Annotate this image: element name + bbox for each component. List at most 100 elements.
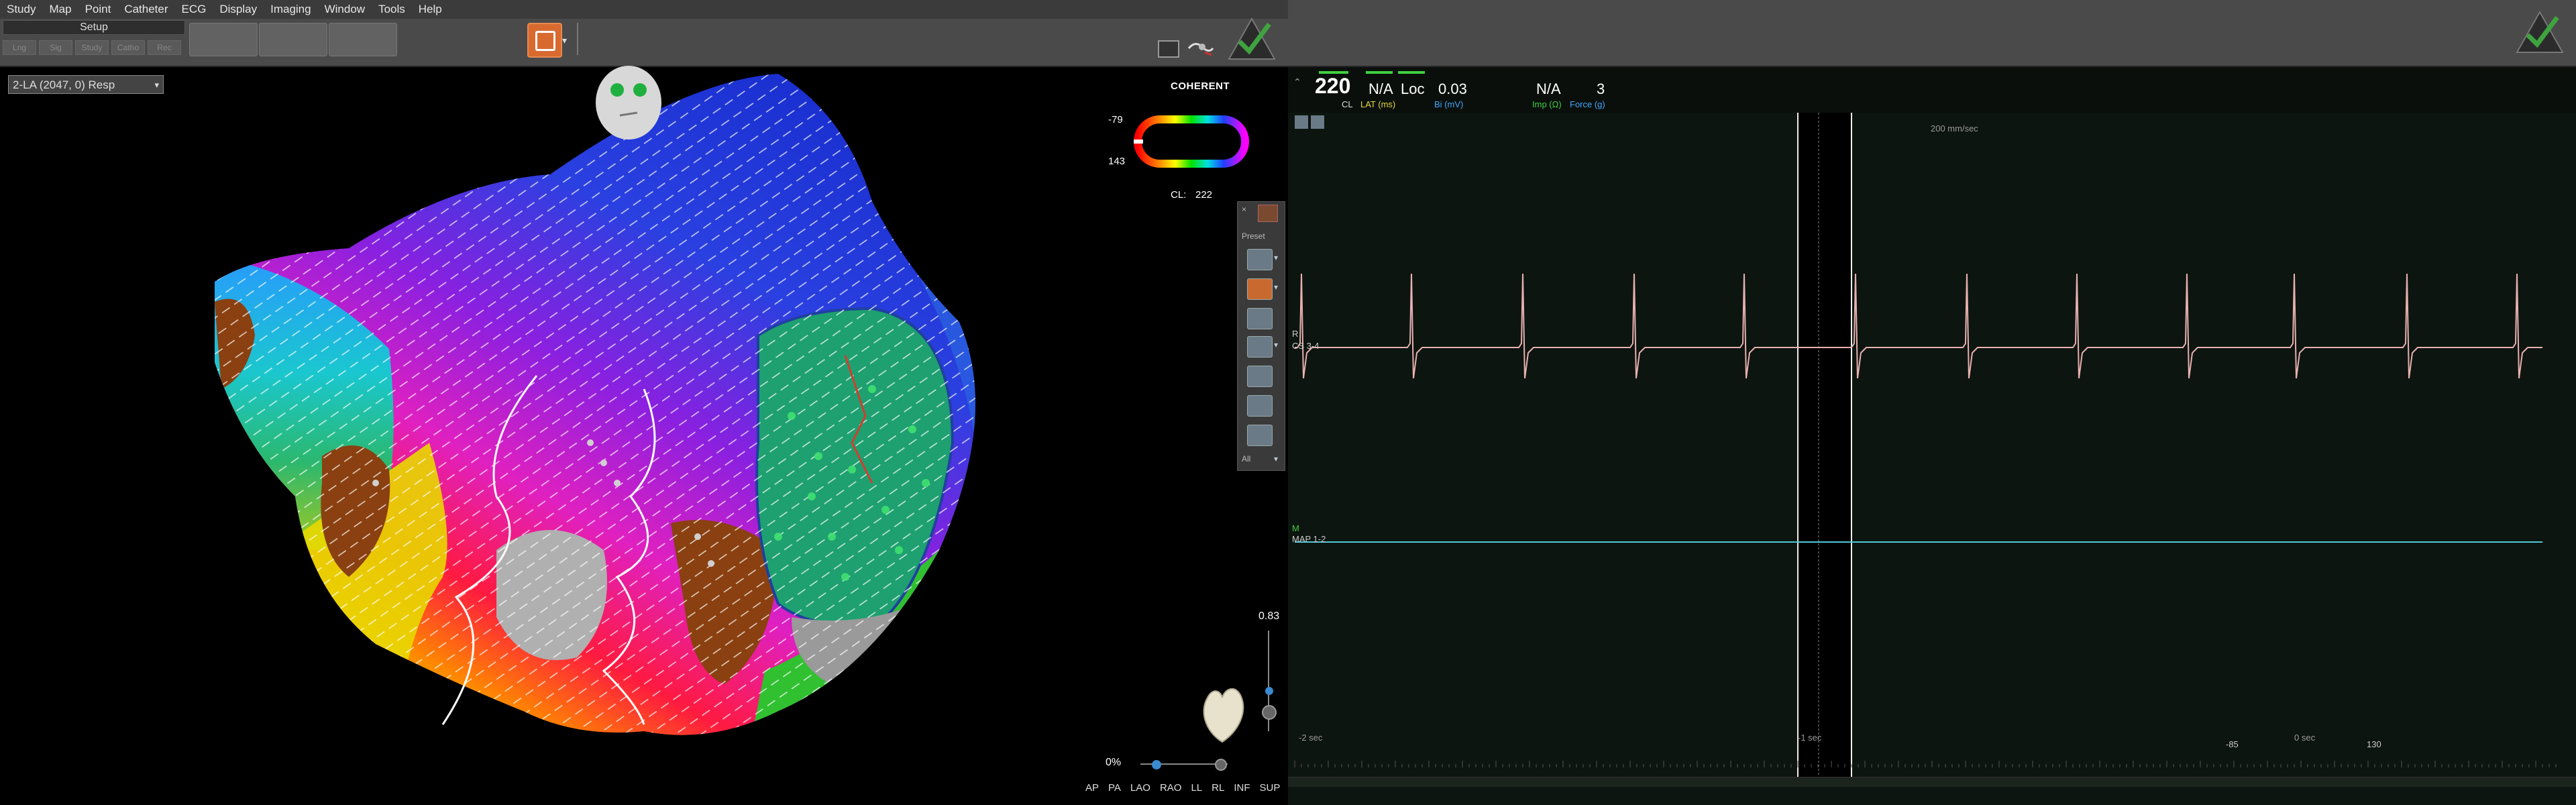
toolbar-button-2[interactable]: [259, 23, 327, 56]
ecg-header: ⌃ 220 CL N/A LAT (ms) Loc 0.03 Bi (mV) N…: [1288, 67, 2576, 113]
time-label-mid: -1 sec: [1798, 733, 1822, 743]
menu-window[interactable]: Window: [318, 0, 372, 19]
opacity-handle[interactable]: [1147, 758, 1228, 771]
menu-catheter[interactable]: Catheter: [117, 0, 174, 19]
setup-tab-study[interactable]: Study: [75, 40, 109, 55]
view-buttons: AP PA LAO RAO LL RL INF SUP: [1085, 782, 1280, 794]
menu-study[interactable]: Study: [0, 0, 42, 19]
channel-map12-label: MAP 1-2: [1292, 534, 1326, 544]
ecg-toolbar: [1288, 0, 2576, 67]
menu-tools[interactable]: Tools: [372, 0, 412, 19]
monitor-icon[interactable]: [1158, 40, 1179, 58]
check-icon[interactable]: [1228, 17, 1276, 60]
preset-icon[interactable]: [1258, 205, 1278, 222]
collapse-icon[interactable]: ⌃: [1293, 76, 1301, 88]
toolbar-divider: [577, 23, 578, 55]
setup-label[interactable]: Setup: [3, 20, 185, 35]
settings-tool-icon[interactable]: [1311, 115, 1324, 129]
grid-icon[interactable]: [1247, 336, 1273, 358]
menu-imaging[interactable]: Imaging: [264, 0, 317, 19]
color-scale-top[interactable]: -79: [1108, 114, 1123, 125]
bi-value: 0.03: [1438, 80, 1467, 97]
bi-label: Bi (mV): [1434, 99, 1464, 109]
color-scale-bottom[interactable]: 143: [1108, 156, 1125, 167]
cycle-length-label: CL:: [1171, 189, 1187, 201]
ruler-icon[interactable]: [1247, 425, 1273, 446]
map-tool-icon: [535, 31, 555, 51]
menu-map[interactable]: Map: [42, 0, 78, 19]
opacity-value: 0%: [1106, 757, 1122, 768]
cl-label: CL: [1342, 99, 1353, 109]
imp-label: Imp (Ω): [1532, 99, 1562, 109]
setup-tab-catho[interactable]: Catho: [111, 40, 145, 55]
view-ll[interactable]: LL: [1191, 782, 1202, 794]
loc-indicator: [1398, 71, 1425, 74]
check-icon-right[interactable]: [2516, 11, 2564, 54]
tool-button-2[interactable]: [1247, 278, 1273, 300]
map-tool-button[interactable]: [527, 23, 562, 58]
color-grid-icon[interactable]: [1247, 366, 1273, 387]
time-label-left: -2 sec: [1299, 733, 1323, 743]
cl-value: 220: [1315, 74, 1351, 98]
lat-label: LAT (ms): [1360, 99, 1396, 109]
chevron-down-icon[interactable]: ▾: [1274, 454, 1278, 464]
map-selector-value: 2-LA (2047, 0) Resp: [13, 78, 115, 91]
chevron-down-icon[interactable]: ▾: [1274, 340, 1278, 350]
chevron-down-icon: ▾: [154, 80, 159, 90]
menu-bar: Study Map Point Catheter ECG Display Ima…: [0, 0, 1288, 19]
channel-m-label: M: [1292, 523, 1299, 533]
setup-group: Setup Lng Sig Study Catho Rec: [3, 20, 185, 59]
map-selector[interactable]: 2-LA (2047, 0) Resp ▾: [8, 75, 164, 94]
loc-label: Loc: [1401, 80, 1425, 97]
zoom-handle[interactable]: [1261, 684, 1277, 724]
setup-tab-rec[interactable]: Rec: [148, 40, 181, 55]
zoom-tool-icon[interactable]: [1295, 115, 1308, 129]
menu-point[interactable]: Point: [78, 0, 118, 19]
zoom-value: 0.83: [1258, 610, 1280, 622]
view-inf[interactable]: INF: [1234, 782, 1250, 794]
menu-ecg[interactable]: ECG: [175, 0, 213, 19]
chevron-down-icon[interactable]: ▾: [562, 35, 567, 46]
map-tools-panel: × Preset ▾ ▾ ▾ All ▾: [1237, 201, 1285, 471]
tool-button-3[interactable]: [1247, 308, 1273, 329]
view-pa[interactable]: PA: [1108, 782, 1121, 794]
cycle-length-value: 222: [1195, 189, 1213, 201]
view-lao[interactable]: LAO: [1130, 782, 1150, 794]
points-grid-icon[interactable]: [1247, 395, 1273, 417]
lat-indicator: [1366, 71, 1393, 74]
chevron-down-icon[interactable]: ▾: [1274, 253, 1278, 262]
menu-help[interactable]: Help: [412, 0, 449, 19]
force-label: Force (g): [1570, 99, 1605, 109]
marker-right-value[interactable]: 130: [2367, 739, 2381, 749]
view-rao[interactable]: RAO: [1160, 782, 1182, 794]
color-scale-ring[interactable]: [1134, 115, 1249, 168]
ecg-traces[interactable]: [1288, 113, 2576, 777]
imp-value: N/A: [1536, 80, 1561, 97]
channel-cs34-label: CS 3-4: [1292, 341, 1320, 351]
orientation-head-icon: [596, 66, 661, 140]
view-rl[interactable]: RL: [1212, 782, 1224, 794]
time-label-zero: 0 sec: [2294, 733, 2316, 743]
cable-icon[interactable]: [1187, 39, 1214, 56]
menu-display[interactable]: Display: [213, 0, 264, 19]
toolbar-button-3[interactable]: [329, 23, 397, 56]
setup-tab-lng[interactable]: Lng: [3, 40, 36, 55]
force-value: 3: [1597, 80, 1605, 97]
sweep-speed: 200 mm/sec: [1931, 123, 1978, 133]
ecg-scrollbar[interactable]: [1288, 777, 2576, 787]
heart-orientation-icon[interactable]: [1198, 678, 1246, 745]
setup-tab-sig[interactable]: Sig: [39, 40, 72, 55]
lat-value: N/A: [1368, 80, 1393, 97]
toolbar-button-1[interactable]: [189, 23, 258, 56]
chevron-down-icon[interactable]: ▾: [1274, 282, 1278, 292]
tool-button-1[interactable]: [1247, 249, 1273, 270]
view-sup[interactable]: SUP: [1260, 782, 1281, 794]
map-mode-label: COHERENT: [1171, 80, 1230, 92]
all-label[interactable]: All: [1242, 454, 1250, 464]
channel-r-label: R: [1292, 329, 1299, 339]
atrial-map[interactable]: [174, 67, 1006, 738]
view-ap[interactable]: AP: [1085, 782, 1099, 794]
close-icon[interactable]: ×: [1242, 205, 1246, 214]
marker-left-value[interactable]: -85: [2226, 739, 2239, 749]
preset-label[interactable]: Preset: [1242, 231, 1265, 241]
